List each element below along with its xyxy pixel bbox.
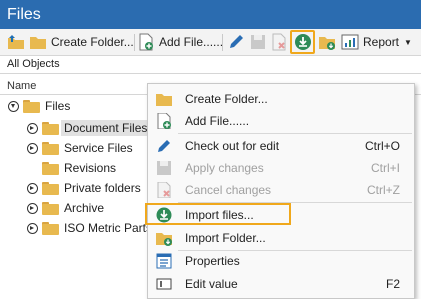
menu-item-label: Check out for edit: [185, 139, 280, 153]
save-icon: [156, 160, 172, 176]
report-label: Report: [363, 35, 400, 49]
create-folder-label: Create Folder...: [51, 35, 134, 49]
import-folder-icon: [318, 33, 336, 51]
check-out-button[interactable]: [227, 29, 245, 55]
menu-item-check-out[interactable]: Check out for edit Ctrl+O: [148, 135, 414, 157]
folder-icon: [23, 99, 40, 113]
cancel-changes-button[interactable]: [270, 29, 288, 55]
save-icon: [249, 33, 267, 51]
add-file-label: Add File......: [159, 35, 224, 49]
tree-item-label: Document Files: [61, 120, 151, 136]
menu-item-cancel-changes[interactable]: Cancel changes Ctrl+Z: [148, 179, 414, 201]
edit-value-icon: [156, 276, 172, 292]
upload-folder-button[interactable]: [7, 29, 25, 55]
create-folder-button[interactable]: Create Folder...: [29, 29, 134, 55]
collapse-icon[interactable]: [8, 100, 19, 112]
folder-icon: [42, 121, 59, 135]
folder-icon: [156, 91, 172, 107]
chevron-down-icon: ▼: [404, 37, 412, 47]
menu-item-apply-changes[interactable]: Apply changes Ctrl+I: [148, 157, 414, 179]
menu-item-label: Create Folder...: [185, 92, 268, 106]
menu-separator: [178, 133, 412, 134]
import-folder-icon: [156, 230, 172, 246]
add-file-icon: [156, 112, 172, 130]
menu-item-import-folder[interactable]: Import Folder...: [148, 227, 414, 249]
report-icon: [341, 33, 359, 51]
menu-item-label: Import Folder...: [185, 231, 266, 245]
folder-icon: [29, 33, 47, 51]
menu-item-label: Cancel changes: [185, 183, 272, 197]
menu-item-label: Edit value: [185, 277, 238, 291]
expand-icon[interactable]: [27, 142, 38, 154]
pencil-icon: [156, 138, 172, 154]
tree-item-label: Archive: [64, 201, 105, 215]
tree-item-label: Service Files: [64, 141, 133, 155]
menu-item-label: Add File......: [185, 114, 250, 128]
add-file-button[interactable]: Add File......: [137, 29, 223, 55]
menu-item-add-file[interactable]: Add File......: [148, 110, 414, 132]
menu-item-properties[interactable]: Properties: [148, 250, 414, 272]
cancel-icon: [156, 181, 172, 199]
tree-item-label: Private folders: [64, 181, 141, 195]
report-button[interactable]: Report ▼: [341, 29, 412, 55]
menu-item-shortcut: Ctrl+I: [370, 161, 400, 175]
import-files-highlight: [145, 203, 291, 225]
expand-icon[interactable]: [27, 222, 38, 234]
menu-item-create-folder[interactable]: Create Folder...: [148, 88, 414, 110]
apply-changes-button[interactable]: [249, 29, 267, 55]
filter-selector[interactable]: All Objects: [0, 56, 421, 74]
toolbar-separator: [222, 34, 223, 51]
folder-icon: [42, 221, 59, 235]
toolbar-separator: [134, 34, 135, 51]
import-folder-button[interactable]: [318, 29, 336, 55]
import-button-highlight: [290, 30, 315, 54]
properties-icon: [156, 253, 172, 269]
menu-item-shortcut: F2: [385, 277, 400, 291]
menu-item-shortcut: Ctrl+O: [364, 139, 400, 153]
cancel-icon: [270, 33, 288, 51]
menu-item-label: Properties: [185, 254, 240, 268]
folder-up-icon: [7, 33, 25, 51]
add-file-icon: [137, 33, 155, 51]
menu-item-label: Apply changes: [185, 161, 264, 175]
expand-icon[interactable]: [27, 202, 38, 214]
context-menu: Create Folder... Add File...... Check ou…: [147, 83, 415, 299]
tree-root-label: Files: [45, 99, 71, 113]
folder-icon: [42, 181, 59, 195]
tree-item-label: ISO Metric Parts: [64, 221, 153, 235]
expand-icon[interactable]: [27, 182, 38, 194]
menu-item-shortcut: Ctrl+Z: [367, 183, 400, 197]
tree-item-label: Revisions: [64, 161, 117, 175]
pencil-icon: [227, 33, 245, 51]
toolbar: Create Folder... Add File...... Report ▼: [0, 29, 421, 56]
expand-icon[interactable]: [27, 122, 38, 134]
folder-icon: [42, 161, 59, 175]
folder-icon: [42, 201, 59, 215]
menu-item-edit-value[interactable]: Edit value F2: [148, 273, 414, 295]
window-title: Files: [0, 0, 421, 29]
folder-icon: [42, 141, 59, 155]
